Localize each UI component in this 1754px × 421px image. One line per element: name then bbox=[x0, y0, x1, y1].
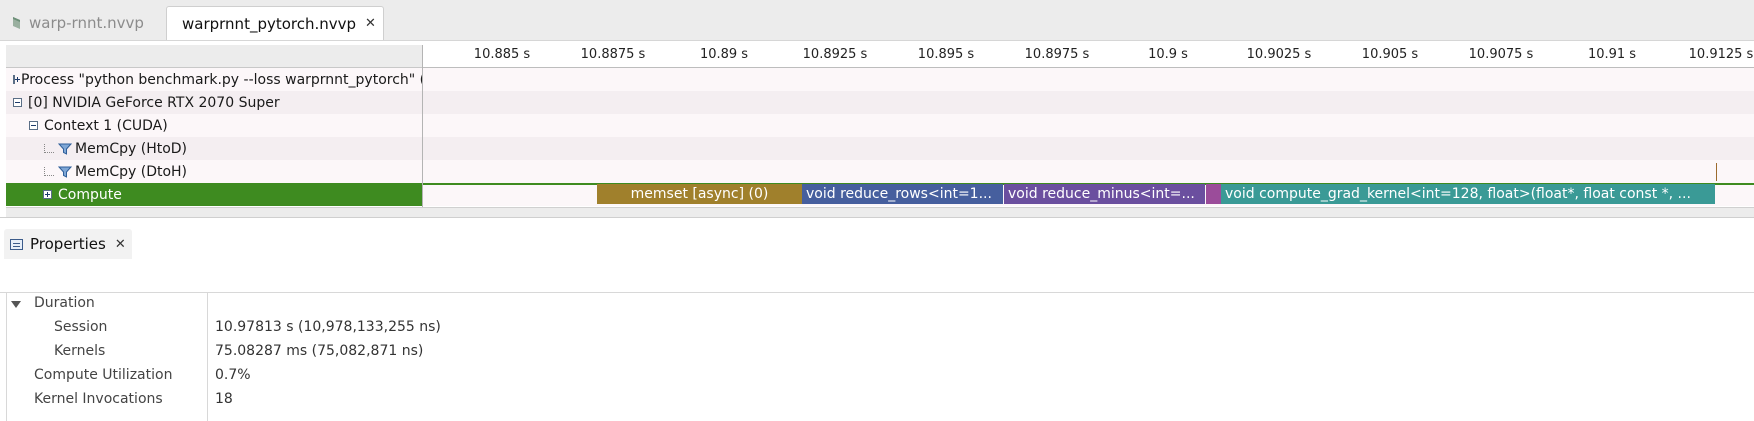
property-label-kernel-invocations: Kernel Invocations bbox=[34, 391, 163, 407]
tree-row-memcpy-dtoh[interactable]: MemCpy (DtoH) bbox=[6, 160, 422, 183]
tree-row-context[interactable]: Context 1 (CUDA) bbox=[6, 114, 422, 137]
tick-label: 10.8975 s bbox=[1024, 47, 1090, 62]
property-label-kernels: Kernels bbox=[54, 343, 106, 359]
tab-warp-rnnt[interactable]: warp-rnnt.nvvp bbox=[4, 6, 164, 40]
kernel-small[interactable] bbox=[1206, 184, 1221, 204]
tab-label: warprnnt_pytorch.nvvp bbox=[182, 14, 357, 33]
property-value-compute-utilization: 0.7% bbox=[215, 367, 251, 383]
tree-row-memcpy-htod[interactable]: MemCpy (HtoD) bbox=[6, 137, 422, 160]
kernel-memset[interactable]: memset [async] (0) bbox=[597, 184, 802, 204]
tick-label: 10.8875 s bbox=[580, 47, 646, 62]
timeline-splitter[interactable] bbox=[422, 45, 423, 217]
tab-warprnnt-pytorch[interactable]: warprnnt_pytorch.nvvp ✕ bbox=[166, 6, 384, 40]
divider bbox=[0, 292, 1754, 293]
tick-label: 10.905 s bbox=[1361, 47, 1419, 62]
column-divider[interactable] bbox=[207, 292, 208, 421]
row-label: Process "python benchmark.py --loss warp… bbox=[21, 71, 422, 88]
timeline-ruler[interactable]: 10.885 s 10.8875 s 10.89 s 10.8925 s 10.… bbox=[423, 45, 1754, 68]
row-label: MemCpy (HtoD) bbox=[75, 140, 188, 157]
row-label: [0] NVIDIA GeForce RTX 2070 Super bbox=[28, 94, 280, 111]
timeline-row-memcpy-dtoh[interactable] bbox=[423, 160, 1754, 183]
row-label: MemCpy (DtoH) bbox=[75, 163, 188, 180]
property-label-compute-utilization: Compute Utilization bbox=[34, 367, 173, 383]
timeline-row-context[interactable] bbox=[423, 114, 1754, 137]
nvvp-file-icon bbox=[13, 17, 20, 29]
collapse-triangle-icon[interactable] bbox=[11, 301, 21, 308]
property-value-kernels: 75.08287 ms (75,082,871 ns) bbox=[215, 343, 424, 359]
tree-row-process[interactable]: Process "python benchmark.py --loss warp… bbox=[6, 68, 422, 91]
timeline-row-device[interactable] bbox=[423, 91, 1754, 114]
collapse-minus-icon[interactable] bbox=[29, 121, 38, 130]
tab-label: warp-rnnt.nvvp bbox=[29, 14, 144, 32]
kernel-compute-grad[interactable]: void compute_grad_kernel<int=128, float>… bbox=[1221, 184, 1715, 204]
property-value-kernel-invocations: 18 bbox=[215, 391, 233, 407]
timeline-row-process[interactable] bbox=[423, 68, 1754, 91]
property-value-session: 10.97813 s (10,978,133,255 ns) bbox=[215, 319, 441, 335]
tick-label: 10.9075 s bbox=[1468, 47, 1534, 62]
divider bbox=[0, 217, 1754, 218]
row-label: Compute bbox=[58, 186, 122, 203]
tick-label: 10.9 s bbox=[1148, 47, 1188, 62]
timeline-tree-header bbox=[6, 45, 422, 68]
tab-properties[interactable]: Properties ✕ bbox=[4, 229, 132, 259]
tick-label: 10.89 s bbox=[699, 47, 749, 62]
tab-label: Properties bbox=[30, 235, 106, 253]
property-label-session: Session bbox=[54, 319, 108, 335]
tick-label: 10.9025 s bbox=[1246, 47, 1312, 62]
tick-label: 10.885 s bbox=[473, 47, 531, 62]
tick-label: 10.91 s bbox=[1587, 47, 1637, 62]
tick-label: 10.9125 s bbox=[1688, 47, 1754, 62]
divider bbox=[6, 292, 7, 421]
close-icon[interactable]: ✕ bbox=[115, 237, 126, 252]
property-label-duration: Duration bbox=[34, 295, 95, 311]
tick-label: 10.8925 s bbox=[802, 47, 868, 62]
tree-row-device[interactable]: [0] NVIDIA GeForce RTX 2070 Super bbox=[6, 91, 422, 114]
collapse-minus-icon[interactable] bbox=[13, 98, 22, 107]
timeline-marker bbox=[1716, 163, 1717, 181]
expand-plus-icon[interactable] bbox=[43, 190, 52, 199]
filter-icon bbox=[58, 143, 72, 155]
timeline-row-memcpy-htod[interactable] bbox=[423, 137, 1754, 160]
filter-icon bbox=[58, 166, 72, 178]
tree-row-compute[interactable]: Compute bbox=[6, 183, 422, 206]
expand-plus-icon[interactable] bbox=[13, 75, 20, 84]
row-label: Context 1 (CUDA) bbox=[44, 117, 168, 134]
properties-icon bbox=[10, 238, 23, 250]
tree-connector bbox=[44, 144, 54, 153]
tree-connector bbox=[44, 167, 54, 176]
tick-label: 10.895 s bbox=[917, 47, 975, 62]
close-icon[interactable]: ✕ bbox=[365, 16, 376, 31]
kernel-reduce-rows[interactable]: void reduce_rows<int=1... bbox=[802, 184, 1003, 204]
kernel-reduce-minus[interactable]: void reduce_minus<int=... bbox=[1004, 184, 1205, 204]
